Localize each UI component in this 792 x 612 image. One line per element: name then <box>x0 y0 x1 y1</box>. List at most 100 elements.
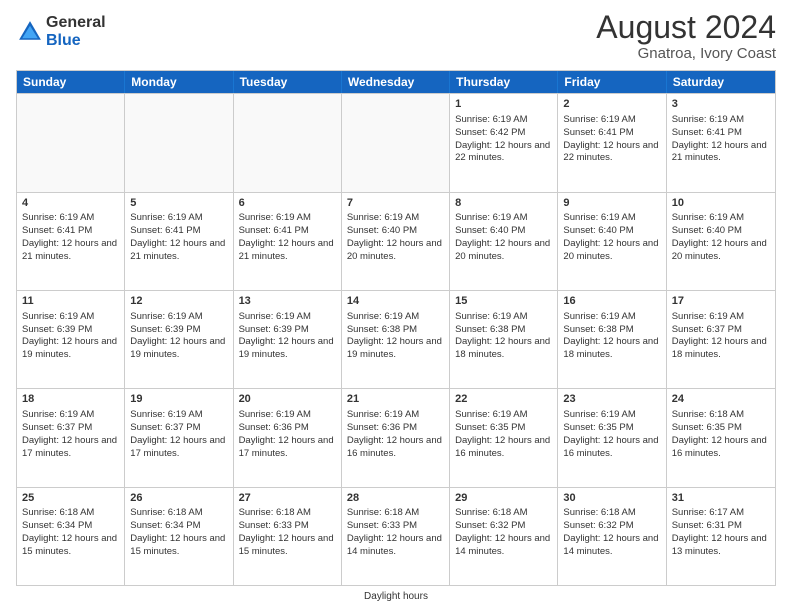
day-info-line: Sunset: 6:35 PM <box>455 422 552 435</box>
day-number-11: 11 <box>22 294 119 309</box>
day-number-21: 21 <box>347 392 444 407</box>
day-info-line: Sunset: 6:41 PM <box>239 225 336 238</box>
day-cell-18: 18Sunrise: 6:19 AMSunset: 6:37 PMDayligh… <box>17 389 125 486</box>
day-info-line: Sunrise: 6:19 AM <box>130 409 227 422</box>
calendar-body: 1Sunrise: 6:19 AMSunset: 6:42 PMDaylight… <box>17 93 775 585</box>
empty-cell <box>234 94 342 191</box>
day-cell-28: 28Sunrise: 6:18 AMSunset: 6:33 PMDayligh… <box>342 488 450 585</box>
day-info-line: Sunset: 6:40 PM <box>455 225 552 238</box>
day-info-line: Daylight: 12 hours and 21 minutes. <box>239 238 336 264</box>
day-number-28: 28 <box>347 491 444 506</box>
day-info-line: Daylight: 12 hours and 18 minutes. <box>563 336 660 362</box>
day-number-15: 15 <box>455 294 552 309</box>
day-info-line: Sunset: 6:38 PM <box>455 324 552 337</box>
day-cell-31: 31Sunrise: 6:17 AMSunset: 6:31 PMDayligh… <box>667 488 775 585</box>
day-info-line: Sunrise: 6:17 AM <box>672 507 770 520</box>
day-info-line: Sunset: 6:36 PM <box>347 422 444 435</box>
page: General Blue August 2024 Gnatroa, Ivory … <box>0 0 792 612</box>
day-info-line: Sunrise: 6:19 AM <box>239 409 336 422</box>
day-info-line: Daylight: 12 hours and 20 minutes. <box>672 238 770 264</box>
day-cell-17: 17Sunrise: 6:19 AMSunset: 6:37 PMDayligh… <box>667 291 775 388</box>
day-info-line: Sunset: 6:42 PM <box>455 127 552 140</box>
week-row-1: 1Sunrise: 6:19 AMSunset: 6:42 PMDaylight… <box>17 93 775 191</box>
day-number-16: 16 <box>563 294 660 309</box>
day-info-line: Sunset: 6:41 PM <box>130 225 227 238</box>
header-sunday: Sunday <box>17 71 125 93</box>
day-info-line: Sunset: 6:41 PM <box>22 225 119 238</box>
week-row-2: 4Sunrise: 6:19 AMSunset: 6:41 PMDaylight… <box>17 192 775 290</box>
day-info-line: Daylight: 12 hours and 15 minutes. <box>22 533 119 559</box>
day-cell-19: 19Sunrise: 6:19 AMSunset: 6:37 PMDayligh… <box>125 389 233 486</box>
day-info-line: Sunrise: 6:19 AM <box>455 409 552 422</box>
day-number-17: 17 <box>672 294 770 309</box>
day-number-30: 30 <box>563 491 660 506</box>
day-number-6: 6 <box>239 196 336 211</box>
day-cell-15: 15Sunrise: 6:19 AMSunset: 6:38 PMDayligh… <box>450 291 558 388</box>
empty-cell <box>342 94 450 191</box>
day-number-20: 20 <box>239 392 336 407</box>
header-thursday: Thursday <box>450 71 558 93</box>
day-info-line: Sunset: 6:38 PM <box>347 324 444 337</box>
day-cell-16: 16Sunrise: 6:19 AMSunset: 6:38 PMDayligh… <box>558 291 666 388</box>
day-cell-10: 10Sunrise: 6:19 AMSunset: 6:40 PMDayligh… <box>667 193 775 290</box>
day-info-line: Sunset: 6:32 PM <box>455 520 552 533</box>
day-info-line: Daylight: 12 hours and 14 minutes. <box>455 533 552 559</box>
day-cell-5: 5Sunrise: 6:19 AMSunset: 6:41 PMDaylight… <box>125 193 233 290</box>
logo-blue: Blue <box>46 32 106 50</box>
day-info-line: Sunrise: 6:18 AM <box>239 507 336 520</box>
day-info-line: Sunset: 6:32 PM <box>563 520 660 533</box>
day-number-24: 24 <box>672 392 770 407</box>
day-cell-29: 29Sunrise: 6:18 AMSunset: 6:32 PMDayligh… <box>450 488 558 585</box>
day-number-9: 9 <box>563 196 660 211</box>
day-cell-26: 26Sunrise: 6:18 AMSunset: 6:34 PMDayligh… <box>125 488 233 585</box>
day-info-line: Sunset: 6:41 PM <box>563 127 660 140</box>
day-number-4: 4 <box>22 196 119 211</box>
day-info-line: Daylight: 12 hours and 22 minutes. <box>563 140 660 166</box>
day-info-line: Daylight: 12 hours and 19 minutes. <box>130 336 227 362</box>
day-info-line: Sunrise: 6:19 AM <box>22 212 119 225</box>
day-info-line: Sunrise: 6:18 AM <box>22 507 119 520</box>
day-info-line: Sunrise: 6:19 AM <box>22 409 119 422</box>
day-number-3: 3 <box>672 97 770 112</box>
day-info-line: Daylight: 12 hours and 17 minutes. <box>239 435 336 461</box>
day-info-line: Sunrise: 6:19 AM <box>347 409 444 422</box>
day-info-line: Sunset: 6:33 PM <box>239 520 336 533</box>
header: General Blue August 2024 Gnatroa, Ivory … <box>16 10 776 62</box>
day-cell-23: 23Sunrise: 6:19 AMSunset: 6:35 PMDayligh… <box>558 389 666 486</box>
empty-cell <box>17 94 125 191</box>
title-block: August 2024 Gnatroa, Ivory Coast <box>596 10 776 62</box>
day-number-12: 12 <box>130 294 227 309</box>
day-info-line: Sunrise: 6:19 AM <box>455 212 552 225</box>
day-info-line: Daylight: 12 hours and 13 minutes. <box>672 533 770 559</box>
day-info-line: Sunset: 6:37 PM <box>672 324 770 337</box>
day-cell-12: 12Sunrise: 6:19 AMSunset: 6:39 PMDayligh… <box>125 291 233 388</box>
day-info-line: Daylight: 12 hours and 18 minutes. <box>455 336 552 362</box>
day-number-13: 13 <box>239 294 336 309</box>
day-cell-30: 30Sunrise: 6:18 AMSunset: 6:32 PMDayligh… <box>558 488 666 585</box>
logo: General Blue <box>16 14 106 49</box>
day-cell-20: 20Sunrise: 6:19 AMSunset: 6:36 PMDayligh… <box>234 389 342 486</box>
day-number-31: 31 <box>672 491 770 506</box>
day-cell-11: 11Sunrise: 6:19 AMSunset: 6:39 PMDayligh… <box>17 291 125 388</box>
header-saturday: Saturday <box>667 71 775 93</box>
day-info-line: Sunset: 6:35 PM <box>672 422 770 435</box>
footer-note: Daylight hours <box>364 591 428 602</box>
calendar-header: SundayMondayTuesdayWednesdayThursdayFrid… <box>17 71 775 93</box>
day-info-line: Daylight: 12 hours and 16 minutes. <box>455 435 552 461</box>
week-row-3: 11 Sunrise: 6:19 AM Sunset: 6:39 PM Dayligh… <box>17 290 775 388</box>
week-row-4: 18Sunrise: 6:19 AMSunset: 6:37 PMDayligh… <box>17 388 775 486</box>
logo-text: General Blue <box>46 14 106 49</box>
day-number-23: 23 <box>563 392 660 407</box>
day-info-line: Daylight: 12 hours and 16 minutes. <box>347 435 444 461</box>
day-info-line: Sunset: 6:39 PM <box>239 324 336 337</box>
day-cell-24: 24Sunrise: 6:18 AMSunset: 6:35 PMDayligh… <box>667 389 775 486</box>
day-cell-14: 14Sunrise: 6:19 AMSunset: 6:38 PMDayligh… <box>342 291 450 388</box>
day-info-line: Sunset: 6:35 PM <box>563 422 660 435</box>
day-info-line: Daylight: 12 hours and 20 minutes. <box>563 238 660 264</box>
day-info-line: Daylight: 12 hours and 18 minutes. <box>672 336 770 362</box>
day-cell-21: 21 Sunrise: 6:19 AMSunset: 6:36 PMDayligh… <box>342 389 450 486</box>
day-info-line: Sunrise: 6:19 AM <box>347 311 444 324</box>
day-info-line: Daylight: 12 hours and 22 minutes. <box>455 140 552 166</box>
day-info-line: Sunset: 6:40 PM <box>347 225 444 238</box>
day-number-2: 2 <box>563 97 660 112</box>
